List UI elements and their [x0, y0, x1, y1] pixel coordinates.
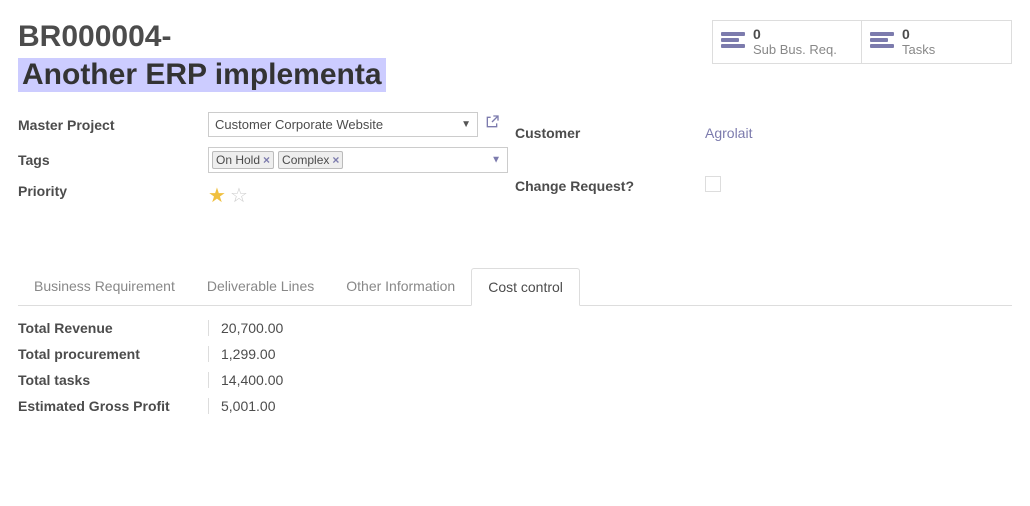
list-icon	[721, 32, 745, 52]
priority-stars[interactable]: ★ ☆	[208, 183, 515, 208]
master-project-value: Customer Corporate Website	[215, 117, 383, 132]
record-name[interactable]: Another ERP implementa	[18, 58, 386, 92]
tag-remove-icon[interactable]: ×	[263, 153, 270, 167]
star-icon[interactable]: ☆	[230, 183, 248, 208]
stat-count: 0	[753, 27, 837, 42]
tab-deliverable-lines[interactable]: Deliverable Lines	[191, 268, 330, 305]
external-link-icon[interactable]	[484, 114, 500, 135]
cost-label: Total procurement	[18, 346, 208, 362]
cost-control-panel: Total Revenue 20,700.00 Total procuremen…	[18, 320, 1012, 414]
tab-business-requirement[interactable]: Business Requirement	[18, 268, 191, 305]
master-project-select[interactable]: Customer Corporate Website ▼	[208, 112, 478, 137]
tag-on-hold[interactable]: On Hold ×	[212, 151, 274, 169]
cost-value: 5,001.00	[208, 398, 1012, 414]
chevron-down-icon[interactable]: ▼	[491, 155, 501, 166]
change-request-checkbox[interactable]	[705, 176, 721, 192]
cost-value: 14,400.00	[208, 372, 1012, 388]
list-icon	[870, 32, 894, 52]
chevron-down-icon: ▼	[461, 119, 471, 130]
stat-boxes: 0 Sub Bus. Req. 0 Tasks	[712, 20, 1012, 64]
tag-complex[interactable]: Complex ×	[278, 151, 343, 169]
tab-cost-control[interactable]: Cost control	[471, 268, 580, 306]
tag-label: On Hold	[216, 153, 260, 167]
label-change-request: Change Request?	[515, 178, 705, 194]
label-tags: Tags	[18, 152, 208, 168]
label-priority: Priority	[18, 183, 208, 199]
star-icon[interactable]: ★	[208, 183, 226, 208]
cost-label: Total tasks	[18, 372, 208, 388]
stat-label: Sub Bus. Req.	[753, 43, 837, 57]
stat-sub-bus-req[interactable]: 0 Sub Bus. Req.	[712, 20, 862, 64]
tabs: Business Requirement Deliverable Lines O…	[18, 268, 1012, 306]
cost-value: 1,299.00	[208, 346, 1012, 362]
tag-label: Complex	[282, 153, 329, 167]
stat-tasks[interactable]: 0 Tasks	[862, 20, 1012, 64]
cost-value: 20,700.00	[208, 320, 1012, 336]
tab-other-information[interactable]: Other Information	[330, 268, 471, 305]
tags-input[interactable]: On Hold × Complex × ▼	[208, 147, 508, 173]
stat-label: Tasks	[902, 43, 935, 57]
label-customer: Customer	[515, 125, 705, 141]
cost-label: Estimated Gross Profit	[18, 398, 208, 414]
label-master-project: Master Project	[18, 117, 208, 133]
cost-label: Total Revenue	[18, 320, 208, 336]
customer-link[interactable]: Agrolait	[705, 125, 752, 141]
record-id: BR000004-	[18, 20, 386, 54]
tag-remove-icon[interactable]: ×	[332, 153, 339, 167]
stat-count: 0	[902, 27, 935, 42]
